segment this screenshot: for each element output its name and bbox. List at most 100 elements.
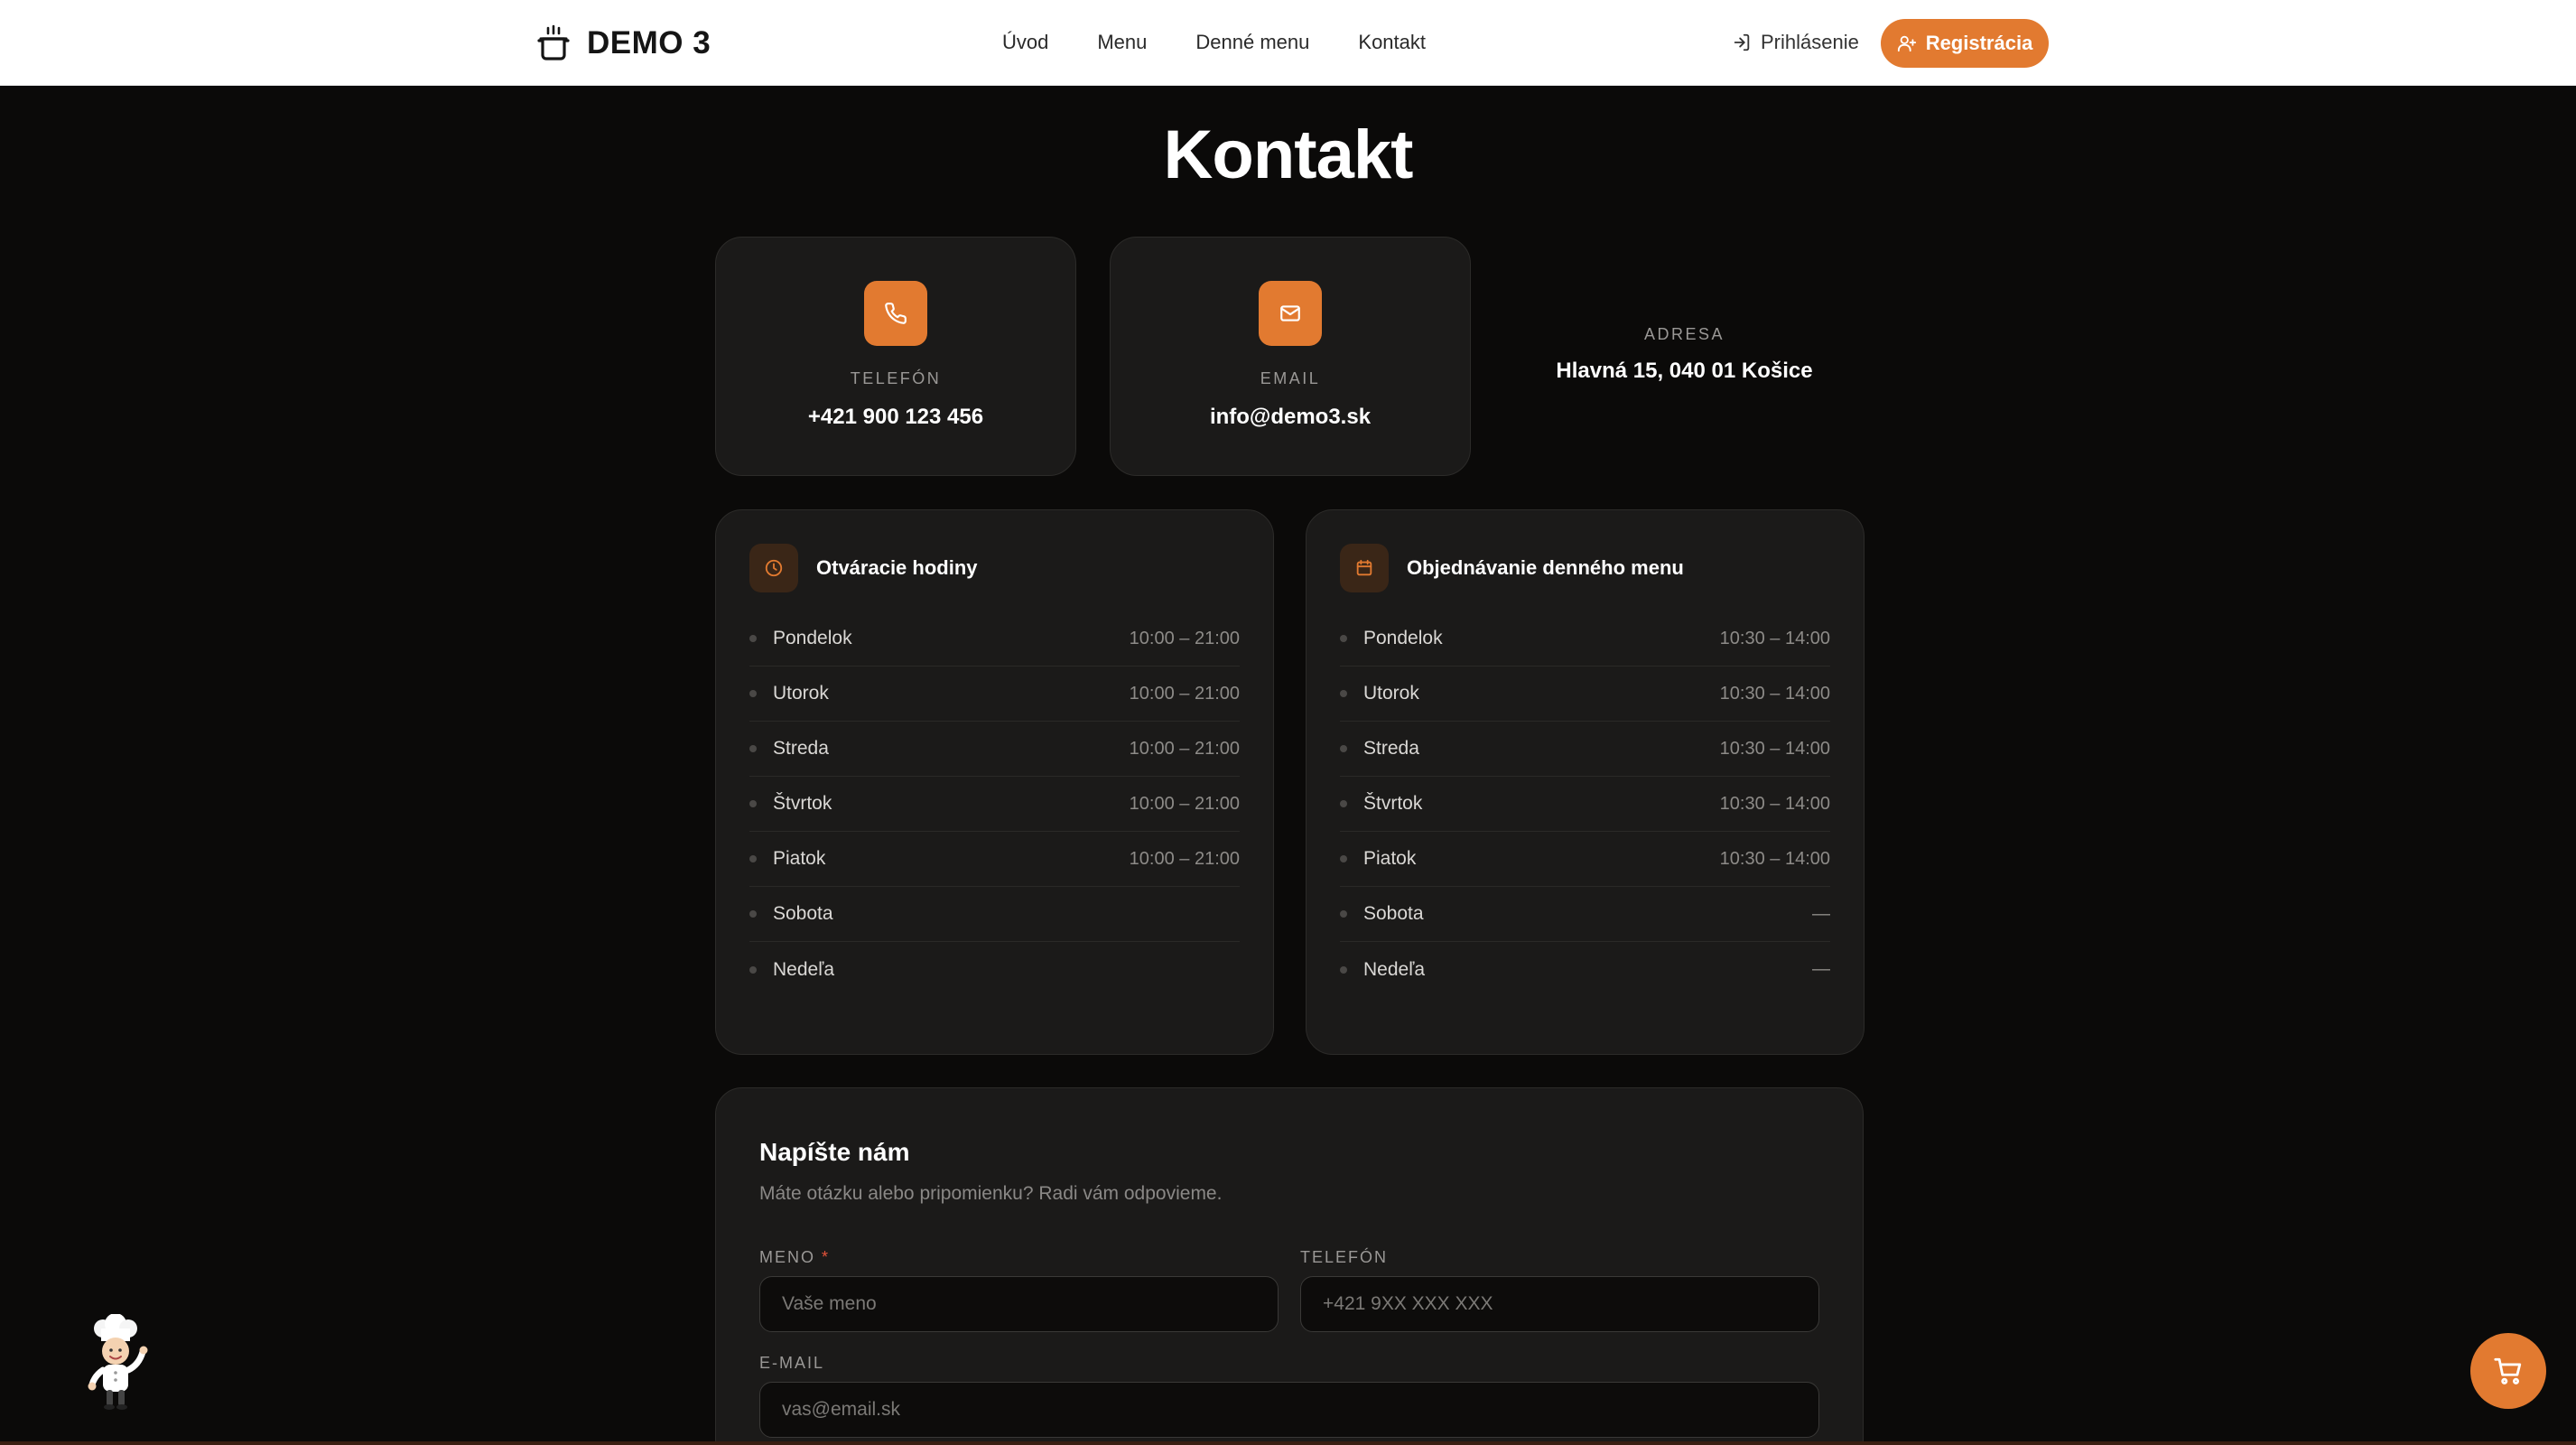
bullet-dot	[1340, 635, 1347, 642]
hours-row: Utorok 10:30 – 14:00	[1340, 667, 1830, 722]
time-value: 10:30 – 14:00	[1719, 628, 1830, 648]
brand-name: DEMO 3	[587, 25, 711, 61]
name-field-group: MENO *	[759, 1248, 1279, 1332]
menu-ordering-header: Objednávanie denného menu	[1340, 543, 1830, 593]
opening-hours-title: Otváracie hodiny	[816, 556, 978, 579]
opening-hours-list: Pondelok 10:00 – 21:00 Utorok 10:00 – 21:0…	[749, 611, 1240, 997]
bullet-dot	[749, 910, 757, 918]
phone-icon	[885, 303, 907, 324]
phone-value[interactable]: +421 900 123 456	[716, 405, 1075, 430]
time-value: 10:00 – 21:00	[1129, 793, 1240, 814]
brand-logo[interactable]: DEMO 3	[535, 24, 711, 62]
cooking-pot-icon	[537, 24, 570, 61]
bullet-dot	[1340, 965, 1347, 974]
email-input[interactable]	[759, 1382, 1819, 1438]
email-value[interactable]: info@demo3.sk	[1111, 405, 1470, 430]
phone-field-group: TELEFÓN	[1300, 1248, 1819, 1332]
email-card: EMAIL info@demo3.sk	[1110, 237, 1471, 476]
user-plus-icon	[1897, 35, 1916, 52]
login-label: Prihlásenie	[1761, 31, 1859, 53]
hours-row: Sobota —	[1340, 887, 1830, 942]
hours-row: Štvrtok 10:00 – 21:00	[749, 777, 1240, 832]
bullet-dot	[1340, 910, 1347, 918]
menu-ordering-title: Objednávanie denného menu	[1407, 556, 1684, 579]
time-value: 10:00 – 21:00	[1129, 738, 1240, 759]
time-value: 10:30 – 14:00	[1719, 683, 1830, 704]
phone-label: TELEFÓN	[850, 369, 942, 387]
day-label: Nedeľa	[773, 958, 835, 980]
day-label: Štvrtok	[1363, 793, 1423, 814]
cart-icon	[2494, 1357, 2522, 1384]
day-label: Utorok	[773, 683, 829, 704]
login-link[interactable]: Prihlásenie	[1732, 31, 1859, 54]
time-value: 10:00 – 21:00	[1129, 683, 1240, 704]
page-title: Kontakt	[1163, 117, 1414, 193]
day-label: Sobota	[773, 903, 833, 924]
day-label: Pondelok	[773, 628, 852, 648]
day-label: Piatok	[773, 848, 826, 869]
day-label: Piatok	[1363, 848, 1417, 869]
bullet-dot	[749, 635, 757, 642]
hours-row: Piatok 10:00 – 21:00	[749, 832, 1240, 887]
time-value: —	[1812, 903, 1830, 924]
form-title: Napíšte nám	[759, 1138, 910, 1166]
top-header: DEMO 3 Úvod Menu Denné menu Kontakt Prih…	[0, 0, 2576, 86]
required-mark: *	[822, 1248, 831, 1266]
bottom-edge	[0, 1441, 2576, 1445]
clock-icon	[765, 559, 783, 577]
phone-card: TELEFÓN +421 900 123 456	[715, 237, 1076, 476]
nav-item-kontakt[interactable]: Kontakt	[1358, 31, 1426, 54]
register-button[interactable]: Registrácia	[1881, 19, 2049, 68]
hours-row: Streda 10:30 – 14:00	[1340, 722, 1830, 777]
email-field-label: E-MAIL	[759, 1354, 825, 1372]
name-input[interactable]	[759, 1276, 1279, 1332]
bullet-dot	[749, 965, 757, 974]
day-label: Nedeľa	[1363, 958, 1426, 980]
email-icon-box	[1259, 281, 1322, 346]
mail-icon	[1280, 305, 1300, 322]
cart-button[interactable]	[2470, 1333, 2546, 1409]
time-value: 10:30 – 14:00	[1719, 848, 1830, 869]
hours-row: Streda 10:00 – 21:00	[749, 722, 1240, 777]
calendar-icon	[1356, 559, 1372, 576]
phone-input[interactable]	[1300, 1276, 1819, 1332]
bullet-dot	[749, 800, 757, 807]
chef-mascot[interactable]	[79, 1314, 152, 1412]
calendar-icon-box	[1340, 544, 1389, 592]
hours-row: Pondelok 10:30 – 14:00	[1340, 611, 1830, 667]
hours-row: Piatok 10:30 – 14:00	[1340, 832, 1830, 887]
bullet-dot	[749, 745, 757, 752]
nav-item-denne-menu[interactable]: Denné menu	[1195, 31, 1309, 54]
contact-form-card: Napíšte nám Máte otázku alebo pripomienk…	[715, 1087, 1864, 1445]
time-value: 10:00 – 21:00	[1129, 848, 1240, 869]
bullet-dot	[749, 855, 757, 862]
day-label: Utorok	[1363, 683, 1419, 704]
clock-icon-box	[749, 544, 798, 592]
bullet-dot	[1340, 855, 1347, 862]
day-label: Štvrtok	[773, 793, 832, 814]
bullet-dot	[1340, 800, 1347, 807]
address-label: ADRESA	[1643, 325, 1725, 343]
form-subtitle: Máte otázku alebo pripomienku? Radi vám …	[759, 1183, 1223, 1204]
day-label: Streda	[773, 738, 829, 759]
phone-icon-box	[864, 281, 927, 346]
hours-row: Pondelok 10:00 – 21:00	[749, 611, 1240, 667]
opening-hours-card: Otváracie hodiny Pondelok 10:00 – 21:00 U…	[715, 509, 1274, 1055]
day-label: Sobota	[1363, 903, 1424, 924]
hours-row: Sobota	[749, 887, 1240, 942]
login-icon	[1734, 33, 1750, 51]
time-value: 10:00 – 21:00	[1129, 628, 1240, 648]
email-field-group: E-MAIL	[759, 1354, 1819, 1438]
hours-row: Nedeľa —	[1340, 942, 1830, 997]
bullet-dot	[1340, 690, 1347, 697]
nav-item-menu[interactable]: Menu	[1097, 31, 1147, 54]
register-label: Registrácia	[1925, 32, 2033, 54]
address-block: ADRESA Hlavná 15, 040 01 Košice	[1474, 325, 1894, 384]
nav-item-uvod[interactable]: Úvod	[1002, 31, 1048, 54]
day-label: Streda	[1363, 738, 1419, 759]
menu-ordering-list: Pondelok 10:30 – 14:00 Utorok 10:30 – 14:0…	[1340, 611, 1830, 997]
bullet-dot	[749, 690, 757, 697]
time-value: 10:30 – 14:00	[1719, 793, 1830, 814]
hours-row: Nedeľa	[749, 942, 1240, 997]
time-value: —	[1812, 959, 1830, 979]
